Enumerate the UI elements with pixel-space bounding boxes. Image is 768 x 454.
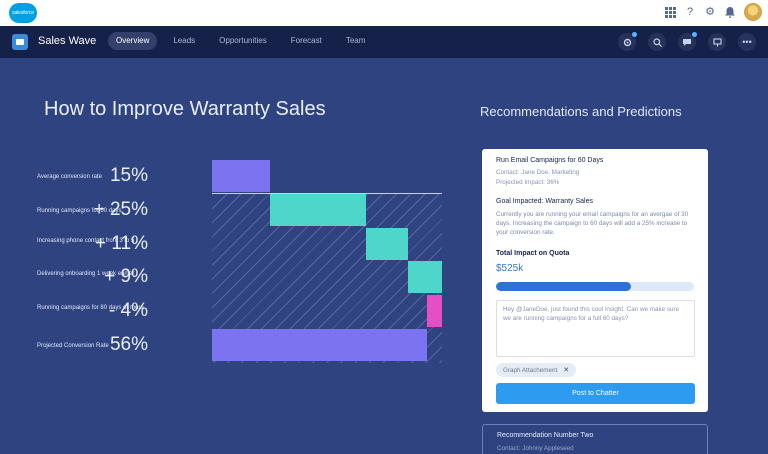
waterfall-bar: [212, 160, 270, 192]
app-name: Sales Wave: [38, 35, 97, 47]
waterfall-chart: Average conversion rate 15% Running campai…: [0, 58, 460, 454]
app-nav-bar: Sales Wave Overview Leads Opportunities …: [0, 26, 768, 58]
salesforce-logo[interactable]: salesforce: [9, 3, 37, 23]
waterfall-value-label: 56%: [109, 334, 148, 355]
waterfall-value-label: + 11%: [95, 233, 148, 254]
global-header: salesforce ? ⚙: [0, 0, 768, 26]
waterfall-bar: [212, 329, 427, 361]
app-launcher-icon[interactable]: [12, 34, 28, 50]
search-icon[interactable]: [648, 33, 666, 51]
more-icon[interactable]: •••: [738, 33, 756, 51]
recommendations-title: Recommendations and Predictions: [480, 104, 682, 119]
main-content: How to Improve Warranty Sales Average co…: [0, 58, 768, 454]
waterfall-value-label: + 25%: [93, 199, 148, 220]
tab-team[interactable]: Team: [338, 32, 374, 50]
recommendation-contact: Contact: Jane Doe, Marketing: [496, 169, 580, 176]
attachment-label: Graph Attachement: [503, 366, 558, 374]
tab-leads[interactable]: Leads: [165, 32, 203, 50]
nav-tabs: Overview Leads Opportunities Forecast Te…: [108, 32, 381, 50]
recommendation-title: Run Email Campaigns for 60 Days: [496, 157, 604, 164]
impact-progress-bar: [496, 282, 694, 291]
tab-opportunities[interactable]: Opportunities: [211, 32, 275, 50]
waterfall-bar: [407, 261, 443, 293]
impact-progress-fill: [496, 282, 631, 291]
impact-value: $525k: [496, 263, 524, 274]
chatter-icon[interactable]: [708, 33, 726, 51]
tab-overview[interactable]: Overview: [108, 32, 158, 50]
waterfall-value-label: + 9%: [104, 266, 148, 287]
waterfall-bar: [365, 228, 408, 260]
impact-label: Total Impact on Quota: [496, 250, 570, 257]
apps-grid-icon[interactable]: [664, 6, 676, 18]
waterfall-value-label: 15%: [109, 165, 148, 186]
help-icon[interactable]: ?: [684, 6, 696, 18]
recommendation-projected-impact: Projected Impact: 36%: [496, 179, 560, 186]
recommendation-card-two[interactable]: Recommendation Number Two Contact: Johnn…: [482, 424, 708, 454]
remove-attachment-icon[interactable]: ✕: [563, 366, 569, 374]
post-to-chatter-button[interactable]: Post to Chatter: [496, 383, 695, 404]
chatter-message-input[interactable]: Hey @JaneDoe, just found this cool insig…: [496, 300, 695, 357]
settings-icon[interactable]: [618, 32, 637, 51]
bell-icon[interactable]: [724, 6, 736, 18]
recommendation-description: Currently you are running your email cam…: [496, 211, 689, 236]
waterfall-value-label: - 4%: [108, 300, 148, 321]
avatar[interactable]: [744, 3, 762, 21]
recommendation-two-title: Recommendation Number Two: [497, 432, 594, 439]
gear-icon[interactable]: ⚙: [704, 6, 716, 18]
waterfall-bar: [427, 295, 443, 327]
recommendation-two-contact: Contact: Johnny Appleseed: [497, 445, 574, 452]
goal-impacted: Goal Impacted: Warranty Sales: [496, 198, 594, 205]
waterfall-bar: [269, 194, 366, 226]
recommendation-card: Run Email Campaigns for 60 Days Contact:…: [482, 149, 708, 412]
nav-right-icons: •••: [618, 32, 756, 51]
chat-icon[interactable]: [678, 32, 697, 51]
attachment-pill[interactable]: Graph Attachement ✕: [496, 363, 577, 377]
tab-forecast[interactable]: Forecast: [283, 32, 330, 50]
global-header-icons: ? ⚙: [664, 3, 762, 21]
